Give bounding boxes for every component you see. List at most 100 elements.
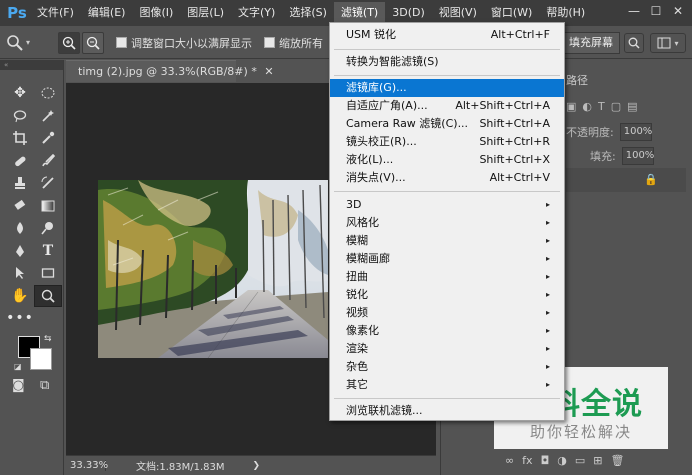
- quick-mask-icon[interactable]: ◙: [12, 378, 25, 393]
- menu-item-blur-gallery[interactable]: 模糊画廊 ▸: [330, 250, 564, 268]
- healing-brush-tool-icon[interactable]: [6, 150, 34, 173]
- zoom-all-checkbox[interactable]: [264, 37, 275, 48]
- minimize-button[interactable]: —: [624, 2, 644, 20]
- adjustment-filter-icon[interactable]: ◐: [582, 100, 592, 113]
- submenu-arrow-icon: ▸: [545, 254, 550, 263]
- layer-row-background[interactable]: 🔒: [566, 168, 686, 192]
- submenu-arrow-icon: ▸: [545, 326, 550, 335]
- magic-wand-tool-icon[interactable]: [34, 105, 62, 128]
- menu-view[interactable]: 视图(V): [432, 2, 484, 24]
- link-layers-icon[interactable]: ∞: [505, 454, 514, 467]
- eraser-tool-icon[interactable]: [6, 195, 34, 218]
- menu-item-other[interactable]: 其它 ▸: [330, 376, 564, 394]
- menu-item-liquify[interactable]: 液化(L)... Shift+Ctrl+X: [330, 151, 564, 169]
- type-tool-icon[interactable]: T: [34, 240, 62, 263]
- hand-tool-icon[interactable]: ✋: [6, 285, 34, 308]
- canvas-image[interactable]: [98, 180, 328, 358]
- menu-item-camera-raw[interactable]: Camera Raw 滤镜(C)... Shift+Ctrl+A: [330, 115, 564, 133]
- menu-item-distort[interactable]: 扭曲 ▸: [330, 268, 564, 286]
- menu-item-filter-gallery[interactable]: 滤镜库(G)...: [330, 79, 564, 97]
- move-tool-icon[interactable]: ✥: [6, 82, 34, 105]
- smart-object-filter-icon[interactable]: ▤: [627, 100, 637, 113]
- fill-screen-button[interactable]: 填充屏幕: [562, 32, 620, 54]
- menu-item-video[interactable]: 视频 ▸: [330, 304, 564, 322]
- background-color-swatch[interactable]: [30, 348, 52, 370]
- zoom-in-button[interactable]: [58, 31, 80, 54]
- color-swatches[interactable]: ⇆ ◪: [14, 334, 58, 376]
- group-icon[interactable]: ▭: [575, 454, 585, 467]
- lasso-tool-icon[interactable]: [6, 105, 34, 128]
- opacity-input[interactable]: 100%: [619, 123, 652, 141]
- resize-window-option[interactable]: 调整窗口大小以满屏显示: [116, 35, 252, 51]
- menu-item-sharpen[interactable]: 锐化 ▸: [330, 286, 564, 304]
- menu-item-blur[interactable]: 模糊 ▸: [330, 232, 564, 250]
- chevron-right-icon[interactable]: ❯: [253, 461, 261, 471]
- close-window-button[interactable]: ✕: [668, 2, 688, 20]
- menu-item-stylize[interactable]: 风格化 ▸: [330, 214, 564, 232]
- delete-layer-icon[interactable]: 🗑: [611, 454, 625, 467]
- search-button[interactable]: [624, 33, 644, 53]
- menu-item-3d[interactable]: 3D ▸: [330, 196, 564, 214]
- workspace-button[interactable]: ▾: [650, 33, 686, 53]
- menu-item-vanishing-point[interactable]: 消失点(V)... Alt+Ctrl+V: [330, 169, 564, 187]
- dodge-tool-icon[interactable]: [34, 217, 62, 240]
- blur-tool-icon[interactable]: [6, 217, 34, 240]
- menu-file[interactable]: 文件(F): [30, 2, 81, 24]
- submenu-arrow-icon: ▸: [545, 290, 550, 299]
- eyedropper-tool-icon[interactable]: [34, 127, 62, 150]
- menu-edit[interactable]: 编辑(E): [81, 2, 133, 24]
- menu-image[interactable]: 图像(I): [132, 2, 180, 24]
- menu-layer[interactable]: 图层(L): [180, 2, 231, 24]
- menu-item-browse-online-filters[interactable]: 浏览联机滤镜...: [330, 402, 564, 420]
- menu-select[interactable]: 选择(S): [282, 2, 334, 24]
- menu-item-pixelate[interactable]: 像素化 ▸: [330, 322, 564, 340]
- adjustment-layer-icon[interactable]: ◑: [557, 454, 567, 467]
- layer-effects-icon[interactable]: fx: [522, 454, 532, 467]
- clone-stamp-tool-icon[interactable]: [6, 172, 34, 195]
- menu-item-label: 渲染: [346, 342, 368, 355]
- zoom-tool-icon[interactable]: [34, 284, 62, 307]
- brush-tool-icon[interactable]: [34, 150, 62, 173]
- menu-item-noise[interactable]: 杂色 ▸: [330, 358, 564, 376]
- swap-colors-icon[interactable]: ⇆: [44, 334, 52, 344]
- menu-separator: [334, 75, 560, 76]
- tools-panel-header[interactable]: «: [0, 60, 63, 70]
- close-tab-icon[interactable]: ✕: [264, 65, 273, 78]
- more-tools-icon[interactable]: •••: [6, 307, 34, 330]
- menu-item-adaptive-wide-angle[interactable]: 自适应广角(A)... Alt+Shift+Ctrl+A: [330, 97, 564, 115]
- shape-filter-icon[interactable]: ▢: [611, 100, 621, 113]
- menu-3d[interactable]: 3D(D): [385, 2, 432, 24]
- menu-type[interactable]: 文字(Y): [231, 2, 282, 24]
- menu-item-usm-sharpen[interactable]: USM 锐化 Alt+Ctrl+F: [330, 26, 564, 44]
- gradient-tool-icon[interactable]: [34, 195, 62, 218]
- rectangle-tool-icon[interactable]: [34, 262, 62, 285]
- new-layer-icon[interactable]: ⊞: [593, 454, 602, 467]
- layer-mask-icon[interactable]: ◘: [541, 454, 550, 467]
- history-brush-tool-icon[interactable]: [34, 172, 62, 195]
- menu-separator: [334, 191, 560, 192]
- menu-filter[interactable]: 滤镜(T): [333, 2, 386, 24]
- image-filter-icon[interactable]: ▣: [566, 100, 576, 113]
- menu-help[interactable]: 帮助(H): [539, 2, 592, 24]
- default-colors-icon[interactable]: ◪: [14, 362, 22, 371]
- type-filter-icon[interactable]: T: [598, 100, 605, 113]
- tool-preset-picker[interactable]: ▾: [6, 31, 46, 55]
- tab-paths[interactable]: 路径: [566, 72, 588, 90]
- menu-item-shortcut: Shift+Ctrl+X: [479, 153, 550, 166]
- resize-window-checkbox[interactable]: [116, 37, 127, 48]
- zoom-all-option[interactable]: 缩放所有: [264, 35, 323, 51]
- menu-item-lens-correction[interactable]: 镜头校正(R)... Shift+Ctrl+R: [330, 133, 564, 151]
- zoom-level[interactable]: 33.33%: [66, 460, 108, 471]
- menu-window[interactable]: 窗口(W): [484, 2, 539, 24]
- pen-tool-icon[interactable]: [6, 240, 34, 263]
- menu-item-convert-smart-filter[interactable]: 转换为智能滤镜(S): [330, 53, 564, 71]
- zoom-out-button[interactable]: [82, 31, 104, 54]
- maximize-button[interactable]: ☐: [646, 2, 666, 20]
- path-selection-tool-icon[interactable]: [6, 262, 34, 285]
- menu-item-render[interactable]: 渲染 ▸: [330, 340, 564, 358]
- fill-input[interactable]: 100%: [621, 147, 654, 165]
- marquee-tool-icon[interactable]: [34, 82, 62, 105]
- document-tab[interactable]: timg (2).jpg @ 33.3%(RGB/8#) * ✕: [66, 60, 274, 82]
- crop-tool-icon[interactable]: [6, 127, 34, 150]
- screen-mode-icon[interactable]: ⧉: [40, 378, 49, 393]
